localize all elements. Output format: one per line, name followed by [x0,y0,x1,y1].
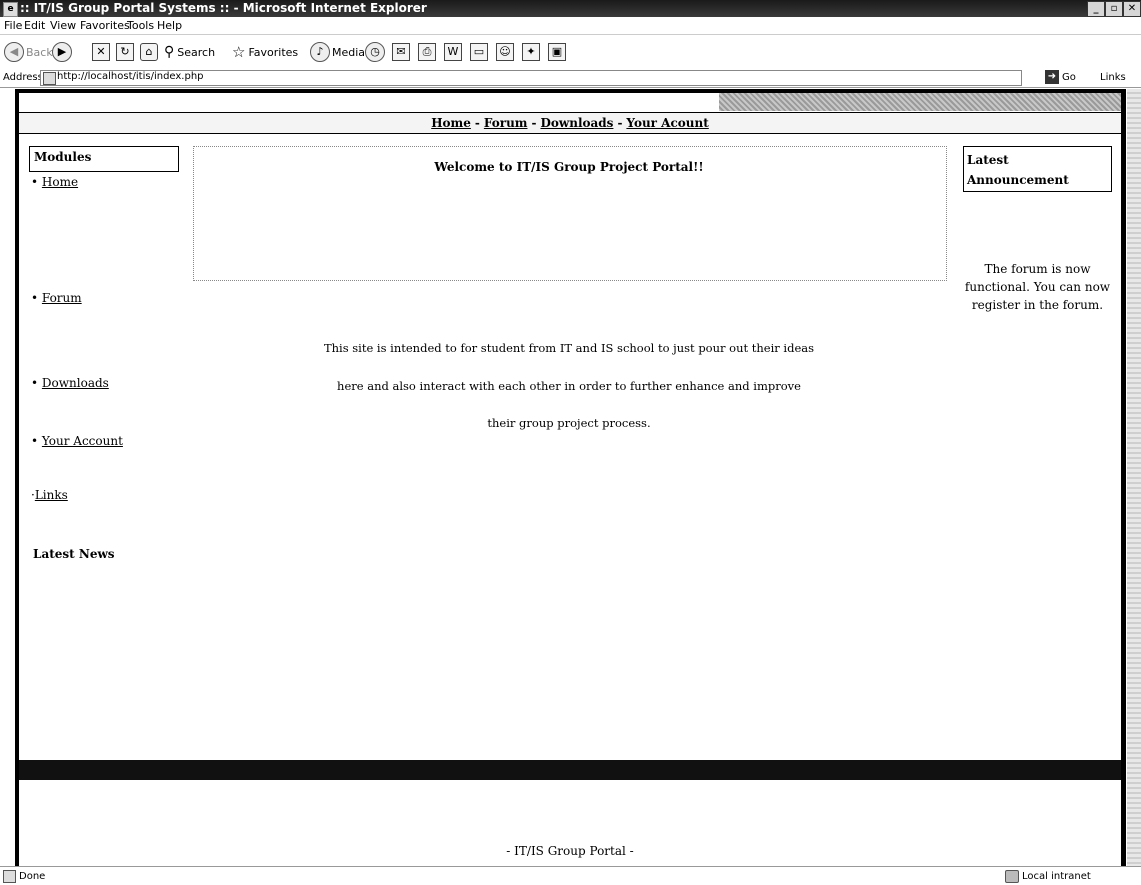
go-label: Go [1062,71,1076,83]
status-text: Done [19,871,46,882]
welcome-heading: Welcome to IT/IS Group Project Portal!! [434,160,704,174]
back-arrow-icon: ◀ [4,42,24,62]
module-item-links: ·Links [31,488,68,502]
menu-bar: File Edit View Favorites Tools Help [0,17,1141,35]
nav-separator: - [617,116,623,130]
address-url: http://localhost/itis/index.php [57,71,204,82]
intro-line-2: here and also interact with each other i… [337,379,801,393]
search-label: Search [177,45,216,59]
window-title: :: IT/IS Group Portal Systems :: - Micro… [20,1,427,15]
refresh-icon: ↻ [116,43,134,61]
module-link-links[interactable]: Links [35,488,68,502]
nav-separator: - [474,116,480,130]
favorites-button[interactable]: ☆ Favorites [232,42,298,62]
module-item-downloads: • Downloads [31,376,109,390]
research-button[interactable]: ✦ [522,42,540,62]
intro-line-3: their group project process. [487,416,651,430]
intro-line-1: This site is intended to for student fro… [323,341,815,355]
maximize-button[interactable]: ▫ [1105,1,1123,17]
edit-icon: W [444,43,462,61]
messenger-icon: ☺ [496,43,514,61]
menu-tools[interactable]: Tools [127,19,154,32]
module-item-forum: • Forum [31,291,82,305]
nav-forum[interactable]: Forum [484,116,528,130]
messenger-button[interactable]: ☺ [496,42,514,62]
security-zone: Local intranet [1005,870,1091,883]
footer-text: - IT/IS Group Portal - [506,844,634,858]
print-button[interactable]: ⎙ [418,42,436,62]
close-button[interactable]: ✕ [1123,1,1141,17]
home-button[interactable]: ⌂ [140,42,158,62]
banner-pattern [719,93,1121,111]
nav-home[interactable]: Home [431,116,471,130]
search-button[interactable]: ⚲ Search [164,42,215,62]
menu-favorites[interactable]: Favorites [80,19,130,32]
media-icon: ♪ [310,42,330,62]
history-icon: ◷ [365,42,385,62]
module-link-account[interactable]: Your Account [42,434,123,448]
modules-title: Modules [34,150,92,164]
nav-account[interactable]: Your Acount [626,116,708,130]
discuss-button[interactable]: ▭ [470,42,488,62]
toolbar-extra-icon: ▣ [548,43,566,61]
announcement-title: Latest Announcement [967,153,1069,187]
nav-separator: - [531,116,537,130]
menu-help[interactable]: Help [157,19,182,32]
nav-downloads[interactable]: Downloads [540,116,613,130]
toolbar: ◀ Back ▶ ✕ ↻ ⌂ ⚲ Search ☆ Favorites ♪ Me… [0,35,1141,70]
refresh-button[interactable]: ↻ [116,42,134,62]
announcement-text: The forum is now functional. You can now… [964,262,1111,312]
discuss-icon: ▭ [470,43,488,61]
menu-file[interactable]: File [4,19,22,32]
back-label: Back [26,45,53,59]
search-icon: ⚲ [164,44,175,60]
forward-arrow-icon: ▶ [52,42,72,62]
printer-icon: ⎙ [418,43,436,61]
stop-button[interactable]: ✕ [92,42,110,62]
status-bar: Done Local intranet [0,866,1141,885]
mail-icon: ✉ [392,43,410,61]
menu-view[interactable]: View [50,19,76,32]
footer-bar [19,760,1121,780]
favorites-label: Favorites [248,45,299,59]
module-link-forum[interactable]: Forum [42,291,82,305]
latest-news-title: Latest News [33,547,115,561]
back-button[interactable]: ◀ Back [4,42,53,62]
ie-icon: e [3,2,18,17]
menu-edit[interactable]: Edit [24,19,45,32]
research-icon: ✦ [522,43,540,61]
home-icon: ⌂ [140,43,158,61]
stop-icon: ✕ [92,43,110,61]
module-link-downloads[interactable]: Downloads [42,376,109,390]
zone-label: Local intranet [1022,871,1091,882]
mail-button[interactable]: ✉ [392,42,410,62]
minimize-button[interactable]: _ [1087,1,1105,17]
module-item-account: • Your Account [31,434,123,448]
top-banner [19,93,1121,111]
toolbar-extra-button[interactable]: ▣ [548,42,566,62]
module-item-home: • Home [31,175,79,189]
go-arrow-icon: ➜ [1045,70,1059,84]
window-title-bar: e :: IT/IS Group Portal Systems :: - Mic… [0,0,1141,17]
top-nav: Home - Forum - Downloads - Your Acount [19,112,1121,134]
star-icon: ☆ [232,43,246,61]
page-icon [43,72,56,85]
page-done-icon [3,870,16,883]
media-button[interactable]: ♪ Media [310,42,365,62]
intranet-icon [1005,870,1019,883]
status-done: Done [3,870,45,883]
forward-button[interactable]: ▶ [52,42,74,62]
address-bar: Address http://localhost/itis/index.php … [0,69,1141,88]
vertical-scrollbar[interactable] [1127,89,1141,872]
address-field[interactable]: http://localhost/itis/index.php [40,70,1022,86]
module-link-home[interactable]: Home [42,175,78,189]
edit-button[interactable]: W [444,42,462,62]
go-button[interactable]: ➜ Go [1045,70,1076,84]
media-label: Media [332,45,366,59]
history-button[interactable]: ◷ [365,42,387,62]
address-label: Address [3,72,43,83]
links-button[interactable]: Links [1100,72,1126,83]
